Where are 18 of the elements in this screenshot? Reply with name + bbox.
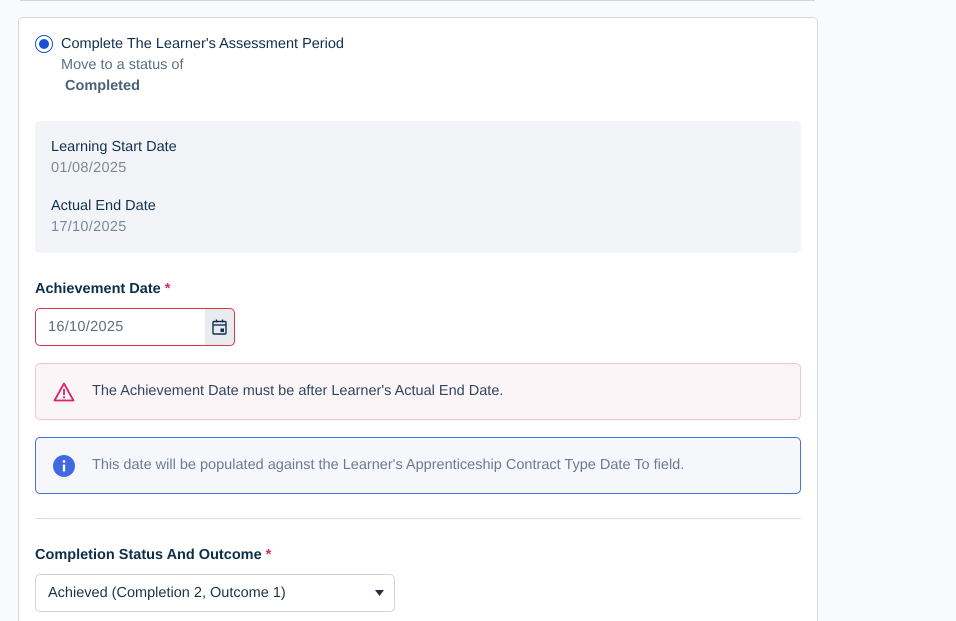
field-label: Completion Status And Outcome [35, 546, 262, 565]
detail-label: Learning Start Date [51, 138, 177, 157]
dropdown-select[interactable]: Achieved (Completion 2, Outcome 1) [35, 574, 395, 612]
option-description: Move to a status of [61, 56, 184, 75]
caret-down-icon [375, 590, 384, 596]
field-label: Achievement Date [35, 280, 161, 299]
detail-value: 01/08/2025 [51, 159, 127, 178]
required-asterisk: * [266, 546, 272, 565]
required-asterisk: * [164, 280, 170, 299]
alert-message: This date will be populated against the Learner's Apprenticeship Contract Type Date To field. [92, 456, 684, 475]
detail-value: 17/10/2025 [51, 218, 127, 237]
detail-label: Actual End Date [51, 197, 156, 216]
info-icon [53, 454, 75, 476]
status-value: Completed [65, 77, 140, 96]
alert-message: The Achievement Date must be after Learner's Actual End Date. [92, 382, 504, 401]
warning-icon [53, 380, 75, 402]
option-title: Complete The Learner's Assessment Period [61, 35, 344, 54]
radio-button[interactable] [35, 35, 53, 53]
